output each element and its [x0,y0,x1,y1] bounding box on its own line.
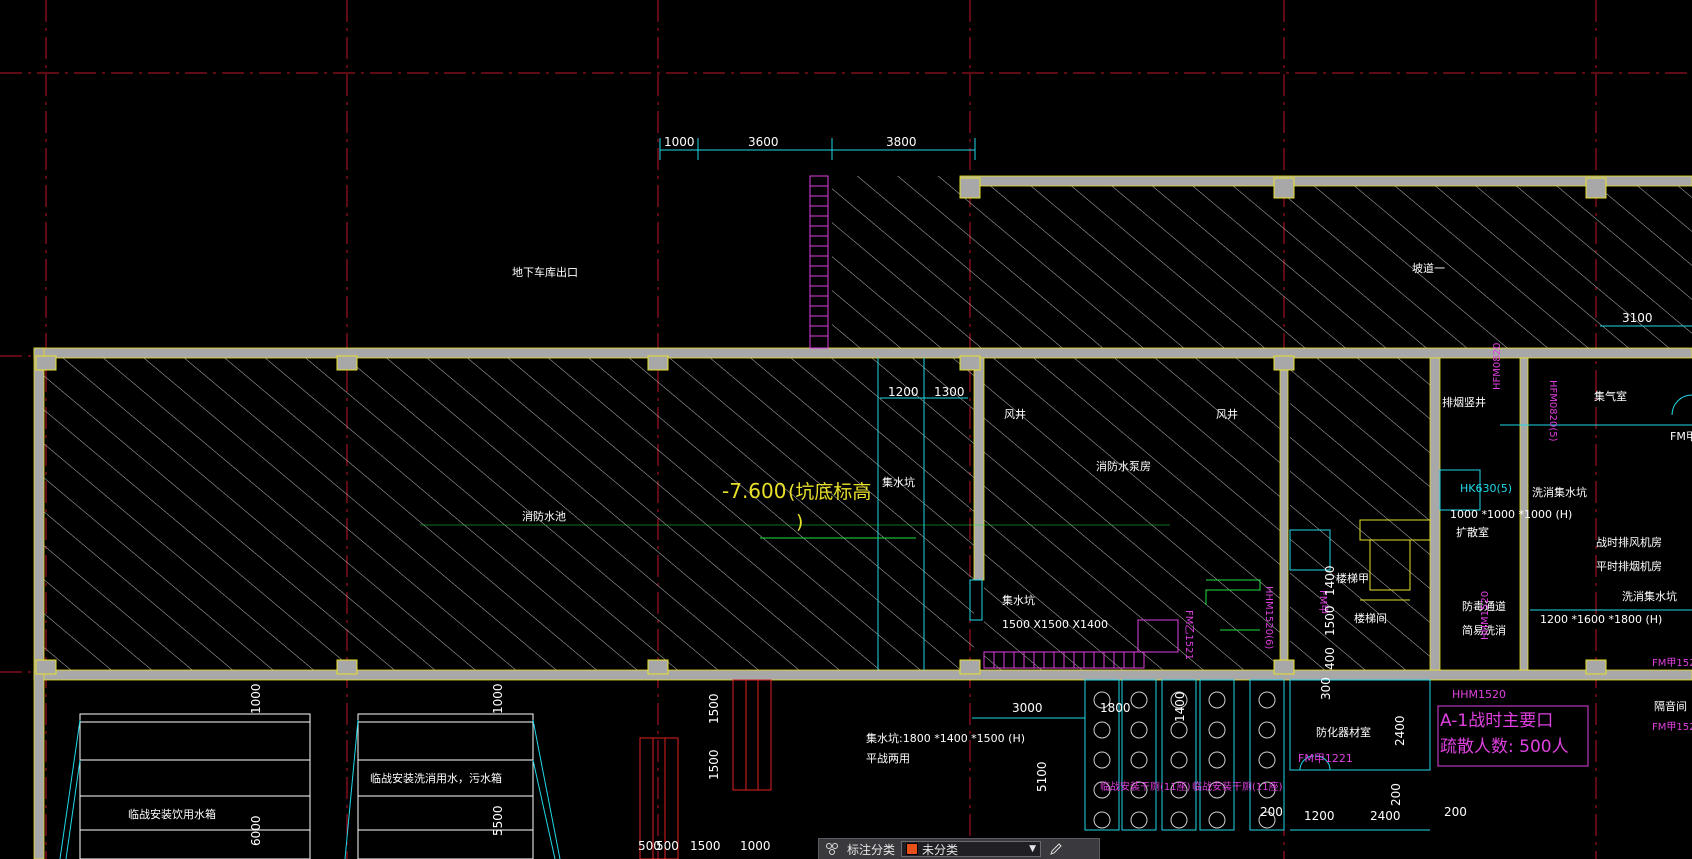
dim-1000-b: 1000 [491,683,505,714]
label-wash-sump-1-size: 1000 *1000 *1000 (H) [1450,508,1572,521]
label-chem-room: 防化器材室 [1316,725,1371,739]
label-gas-room: 集气室 [1594,389,1627,403]
door-tag-11: FM甲1521 [1670,430,1692,443]
label-sump-small: 集水坑 [882,475,915,489]
door-tag-3: HHM1520 [1452,688,1506,701]
category-color-swatch [906,843,919,855]
label-shaft-left: 风井 [1004,407,1026,421]
dim-top-3800: 3800 [886,135,917,149]
dim-200-b: 200 [1444,805,1467,819]
dim-top-1000: 1000 [664,135,695,149]
dim-1500-d: 1500 [1323,605,1337,636]
lower-red-elements [639,679,772,859]
label-sump-main: 集水坑 [1002,593,1035,607]
label-dry-toilet-left: 临战安装干厕(11座) [1100,780,1191,793]
label-airlock: 隔音间 [1654,699,1687,713]
dim-5500: 5500 [491,805,505,836]
dim-1400-b: 1400 [1323,565,1337,596]
door-tag-5: FM甲1221 [1298,752,1353,765]
label-smoke-shaft: 排烟竖井 [1442,395,1486,409]
dim-3100: 3100 [1622,311,1653,325]
door-tag-4: HHM1520 [1480,591,1491,640]
label-dry-toilet-right: 临战安装干厕(11座) [1192,780,1283,793]
chevron-down-icon: ▼ [1029,844,1037,854]
dim-1500-a: 1500 [707,693,721,724]
category-select[interactable]: 未分类 ▼ [901,841,1042,857]
label-garage-exit: 地下车库出口 [512,265,578,279]
ramp-steps [809,175,829,349]
label-pump-room: 消防水泵房 [1096,459,1151,473]
label-wash-sump-2-size: 1200 *1600 *1800 (H) [1540,613,1662,626]
door-tag-1: HFM0820 [1492,343,1503,390]
dim-1400: 1400 [1173,691,1187,722]
dim-2400-a: 2400 [1393,715,1407,746]
label-fire-pool: 消防水池 [522,509,566,523]
dim-6000: 6000 [249,815,263,846]
label-ramp: 坡道一 [1412,261,1445,275]
dim-1500-c: 1500 [690,839,721,853]
top-dimension-line [659,138,976,160]
dim-2400-b: 2400 [1370,809,1401,823]
elevation-close: ) [796,511,803,533]
elevation-value: -7.600 [722,479,786,503]
category-selected-value: 未分类 [922,842,959,857]
dim-1300: 1300 [934,385,965,399]
label-war-fan-room: 战时排风机房 [1596,535,1662,549]
layer-group-icon[interactable] [823,841,841,857]
door-tag-9: HK630(5) [1460,482,1512,495]
label-sump-lower-note: 平战两用 [866,752,910,765]
label-shaft-right: 风井 [1216,407,1238,421]
dim-1000-c: 1000 [740,839,771,853]
label-stair-room: 楼梯间 [1354,611,1387,625]
dim-top-3600: 3600 [748,135,779,149]
elevation-note: (坑底标高 [788,481,871,503]
door-tag-7: FM甲1521 [1652,722,1692,733]
label-sump-main-size: 1500 X1500 X1400 [1002,618,1108,631]
water-tanks [79,713,534,859]
cad-drawing-canvas[interactable]: 1000 3600 3800 地下车库出口 坡道一 消防水池 消防水泵房 集水坑… [0,0,1692,859]
dim-200-c: 200 [1389,783,1403,806]
annotation-category-toolbar: 标注分类 未分类 ▼ [818,838,1100,859]
door-tag-8: FM乙1521 [1183,610,1195,660]
label-wash-tank: 临战安装洗消用水，污水箱 [370,771,502,785]
door-tag-6: FM甲1521 [1652,658,1692,669]
exit-note-title: A-1战时主要口 [1440,711,1553,731]
dim-1500-b: 1500 [707,749,721,780]
label-stair-a: 楼梯甲 [1336,571,1369,585]
dim-1800: 1800 [1100,701,1131,715]
label-wash-sump-1: 洗消集水坑 [1532,485,1587,499]
dim-500-b: 500 [656,839,679,853]
label-wash-sump-2: 洗消集水坑 [1622,589,1677,603]
door-tag-2: HFM0820(5) [1547,380,1558,442]
dim-5100: 5100 [1035,761,1049,792]
edit-icon[interactable] [1047,841,1065,857]
dim-1200-b: 1200 [1304,809,1335,823]
dim-300: 300 [1319,677,1333,700]
door-tag-10: HHM1520(6) [1263,586,1274,649]
dim-3000: 3000 [1012,701,1043,715]
label-drink-tank: 临战安装饮用水箱 [128,807,216,821]
label-peace-fan-room: 平时排烟机房 [1596,559,1662,573]
category-label: 标注分类 [847,842,896,857]
label-sump-lower: 集水坑:1800 *1400 *1500 (H) [866,731,1025,745]
dim-1200: 1200 [888,385,919,399]
hatched-slab [44,176,1692,670]
dim-400: 400 [1323,647,1337,670]
label-expansion-room: 扩散室 [1456,525,1489,539]
dim-200-a: 200 [1260,805,1283,819]
dim-1000-a: 1000 [249,683,263,714]
exit-note-capacity: 疏散人数: 500人 [1440,737,1569,757]
